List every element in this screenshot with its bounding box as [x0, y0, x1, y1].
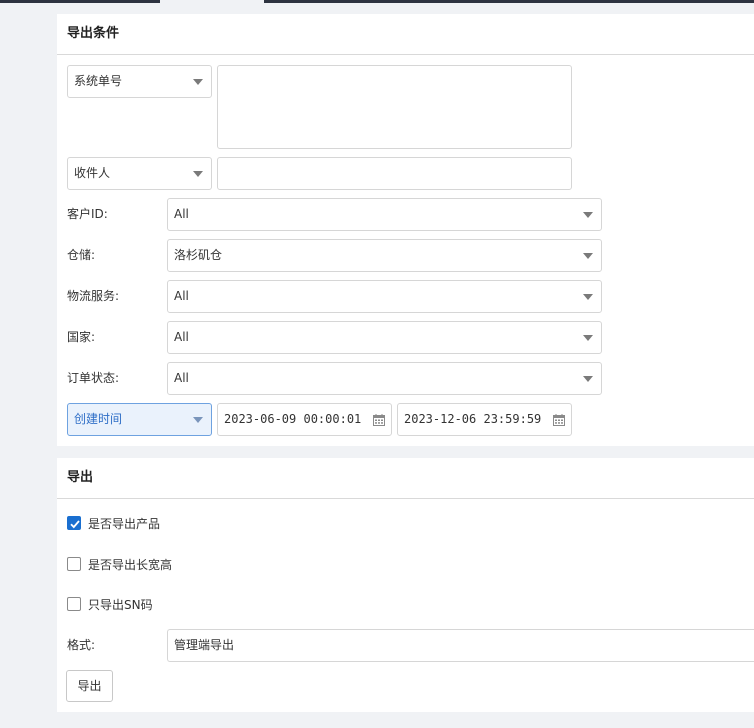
filter-panel: 导出条件 系统单号 收件人 客户ID: All 仓储: 洛杉矶仓 物流服务: A…: [57, 14, 754, 446]
recipient-input[interactable]: [217, 157, 572, 190]
top-tab-bar-left: [0, 0, 160, 3]
chevron-down-icon: [583, 376, 593, 382]
country-value: All: [174, 330, 189, 344]
end-time-value: 2023-12-06 23:59:59: [404, 412, 542, 426]
customer-id-label: 客户ID:: [67, 207, 108, 221]
recipient-type-select[interactable]: 收件人: [67, 157, 212, 190]
filter-panel-title: 导出条件: [57, 14, 754, 55]
chevron-down-icon: [583, 294, 593, 300]
export-dimensions-checkbox[interactable]: [67, 557, 81, 571]
format-label: 格式:: [67, 638, 96, 652]
warehouse-value: 洛杉矶仓: [174, 248, 223, 262]
chevron-down-icon: [583, 335, 593, 341]
order-number-type-value: 系统单号: [74, 74, 123, 88]
chevron-down-icon: [193, 79, 203, 85]
export-products-option[interactable]: 是否导出产品: [67, 514, 187, 534]
chevron-down-icon: [193, 417, 203, 423]
order-status-value: All: [174, 371, 189, 385]
order-number-type-select[interactable]: 系统单号: [67, 65, 212, 98]
warehouse-label: 仓储:: [67, 248, 96, 262]
start-time-value: 2023-06-09 00:00:01: [224, 412, 362, 426]
export-button[interactable]: 导出: [66, 670, 113, 702]
export-products-label: 是否导出产品: [88, 517, 161, 531]
end-time-input[interactable]: 2023-12-06 23:59:59: [397, 403, 572, 436]
export-panel: 导出 是否导出产品 是否导出长宽高 只导出SN码 格式: 管理端导出 导出: [57, 458, 754, 712]
order-number-textarea[interactable]: [217, 65, 572, 149]
customer-id-value: All: [174, 207, 189, 221]
export-sn-only-label: 只导出SN码: [88, 598, 153, 612]
time-type-value: 创建时间: [74, 412, 123, 426]
calendar-icon[interactable]: [553, 414, 565, 426]
format-select[interactable]: 管理端导出: [167, 629, 754, 662]
order-status-select[interactable]: All: [167, 362, 602, 395]
logistics-service-value: All: [174, 289, 189, 303]
country-select[interactable]: All: [167, 321, 602, 354]
chevron-down-icon: [193, 171, 203, 177]
export-sn-only-checkbox[interactable]: [67, 597, 81, 611]
chevron-down-icon: [583, 253, 593, 259]
top-tab-bar-right: [264, 0, 754, 3]
order-status-label: 订单状态:: [67, 371, 120, 385]
country-label: 国家:: [67, 330, 96, 344]
export-products-checkbox[interactable]: [67, 516, 81, 530]
check-icon: [70, 520, 80, 529]
start-time-input[interactable]: 2023-06-09 00:00:01: [217, 403, 392, 436]
warehouse-select[interactable]: 洛杉矶仓: [167, 239, 602, 272]
export-dimensions-option[interactable]: 是否导出长宽高: [67, 555, 187, 575]
time-type-select[interactable]: 创建时间: [67, 403, 212, 436]
customer-id-select[interactable]: All: [167, 198, 602, 231]
recipient-type-value: 收件人: [74, 166, 111, 180]
export-dimensions-label: 是否导出长宽高: [88, 558, 173, 572]
logistics-service-select[interactable]: All: [167, 280, 602, 313]
export-panel-title: 导出: [57, 458, 754, 499]
chevron-down-icon: [583, 212, 593, 218]
format-value: 管理端导出: [174, 638, 235, 652]
logistics-service-label: 物流服务:: [67, 289, 120, 303]
export-sn-only-option[interactable]: 只导出SN码: [67, 595, 187, 615]
calendar-icon[interactable]: [373, 414, 385, 426]
